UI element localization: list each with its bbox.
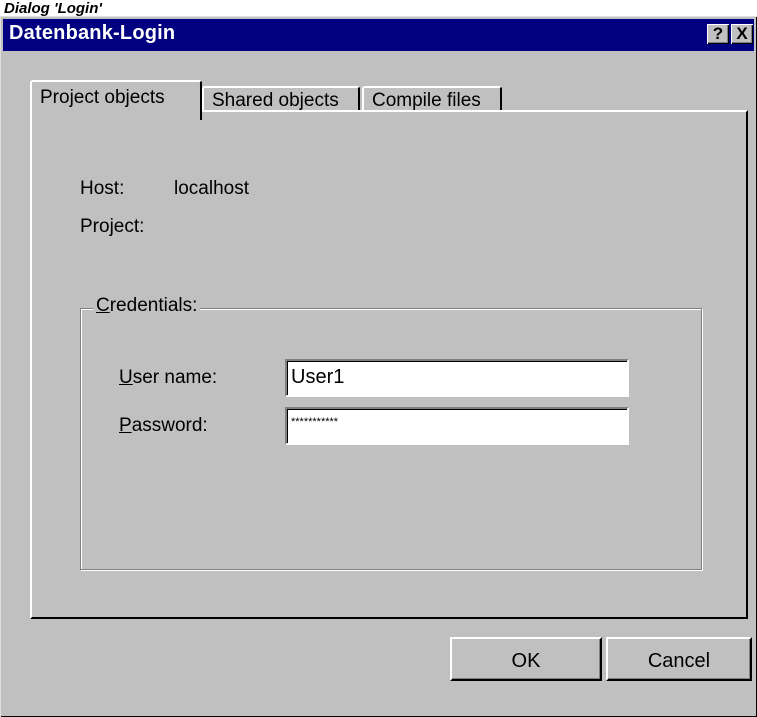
tab-shared-objects[interactable]: Shared objects: [202, 86, 360, 112]
password-label: Password:: [119, 415, 208, 437]
credentials-legend-text: redentials:: [109, 295, 198, 316]
tab-shared-objects-label: Shared objects: [212, 90, 339, 111]
tab-project-objects-label: Project objects: [40, 87, 165, 108]
tab-panel-project-objects: Host: localhost Project: Credentials: Us…: [30, 110, 748, 619]
cancel-button[interactable]: Cancel: [606, 637, 752, 681]
title-bar[interactable]: Datenbank-Login ? X: [3, 19, 754, 51]
username-label-accel: U: [119, 367, 133, 388]
tab-compile-files[interactable]: Compile files: [362, 86, 502, 112]
password-field[interactable]: ***********: [285, 407, 629, 445]
close-button[interactable]: X: [731, 24, 753, 44]
credentials-legend: Credentials:: [93, 295, 201, 317]
host-value: localhost: [174, 178, 249, 199]
host-label: Host:: [80, 178, 125, 199]
credentials-legend-accel: C: [96, 295, 110, 316]
username-label-text: ser name:: [132, 367, 218, 388]
help-button[interactable]: ?: [707, 24, 729, 44]
window-title: Datenbank-Login: [9, 22, 176, 44]
figure-caption: Dialog 'Login': [4, 0, 102, 17]
project-label: Project:: [80, 216, 145, 237]
username-label: User name:: [119, 367, 217, 389]
ok-button[interactable]: OK: [450, 637, 602, 681]
tab-project-objects[interactable]: Project objects: [30, 80, 202, 120]
tab-compile-files-label: Compile files: [372, 90, 481, 111]
credentials-group: Credentials: User name: User1 Password: …: [80, 295, 702, 570]
password-label-accel: P: [119, 415, 132, 436]
password-label-text: assword:: [131, 415, 208, 436]
username-field[interactable]: User1: [285, 359, 629, 397]
